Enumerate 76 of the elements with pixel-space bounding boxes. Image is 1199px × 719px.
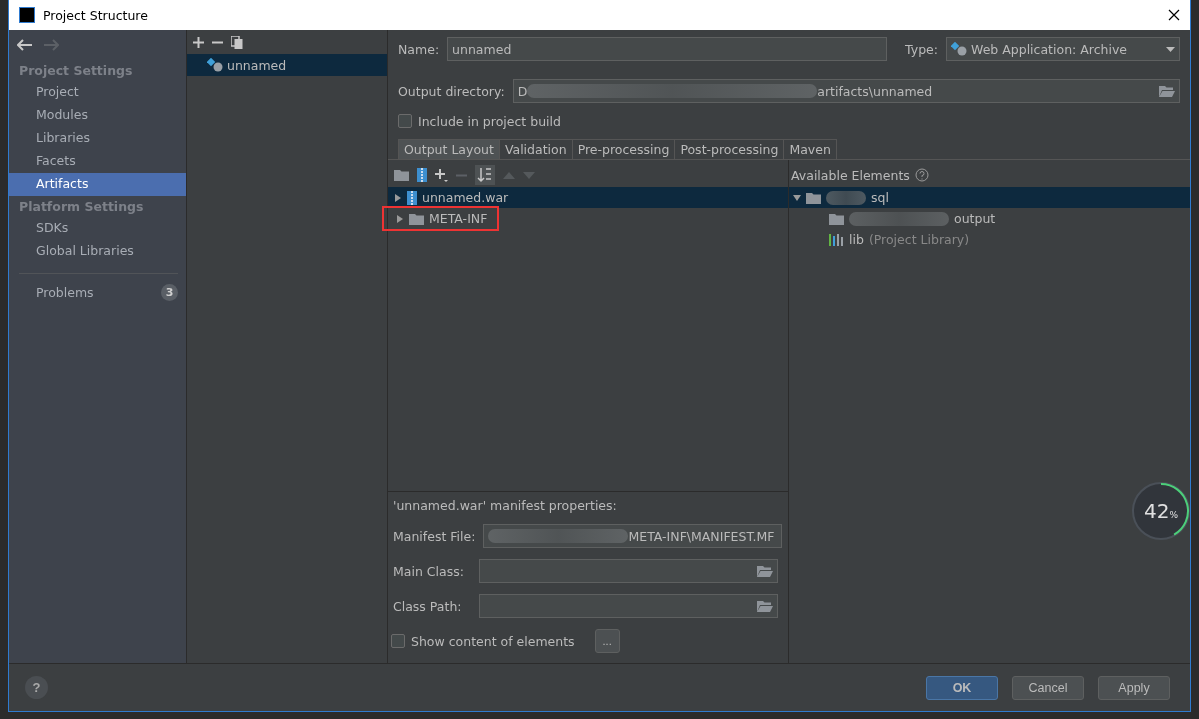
new-folder-icon (394, 169, 409, 181)
expanded-arrow-icon[interactable] (793, 193, 801, 202)
field-label: Class Path: (393, 598, 463, 614)
artifact-item[interactable]: unnamed (187, 54, 387, 76)
help-button[interactable]: ? (25, 676, 48, 699)
collapsed-arrow-icon[interactable] (396, 214, 404, 223)
count-badge: 3 (161, 284, 178, 301)
name-field[interactable]: unnamed (447, 37, 888, 61)
show-content-checkbox[interactable]: Show content of elements (391, 633, 575, 649)
folder-icon[interactable] (757, 565, 773, 577)
folder-icon (806, 191, 821, 204)
window-title: Project Structure (43, 7, 148, 23)
output-directory-field[interactable]: D artifacts\unnamed (512, 79, 1180, 103)
move-up-icon (503, 171, 515, 179)
add-icon[interactable] (435, 168, 448, 182)
help-icon[interactable] (914, 168, 929, 182)
sidebar-item[interactable]: Global Libraries (9, 240, 186, 263)
tab[interactable]: Maven (783, 139, 837, 159)
usage-value: 42 (1144, 499, 1170, 523)
dialog-button[interactable]: Cancel (1012, 675, 1084, 700)
archive-icon (407, 190, 417, 205)
sidebar-item[interactable]: Modules (9, 104, 186, 127)
tree-item-label[interactable]: META-INF (429, 211, 488, 226)
field-label: Manifest File: (393, 528, 476, 544)
tree-item-label[interactable]: output (954, 211, 996, 226)
folder-icon (409, 212, 424, 225)
usage-unit: % (1169, 510, 1178, 520)
add-icon[interactable] (193, 36, 204, 48)
tab[interactable]: Output Layout (398, 139, 500, 159)
archive-icon (417, 168, 427, 182)
sidebar-item[interactable]: Problems (36, 285, 94, 300)
web-artifact-icon (207, 58, 223, 72)
blurred-text (826, 190, 866, 205)
sidebar-item[interactable]: Facets (9, 150, 186, 173)
tree-item-note: (Project Library) (868, 232, 970, 247)
ok-button[interactable]: OK (926, 675, 998, 700)
tab[interactable]: Pre-processing (571, 139, 676, 159)
dropdown-arrow-icon (1166, 46, 1175, 52)
sort-icon[interactable] (475, 165, 495, 185)
text-field[interactable] (479, 594, 778, 618)
section-heading: Project Settings (18, 62, 134, 80)
field-label: Main Class: (393, 563, 465, 579)
folder-icon[interactable] (1159, 85, 1175, 97)
folder-icon (829, 212, 844, 225)
path-start: D (517, 83, 528, 99)
path-end: META-INF\MANIFEST.MF (628, 528, 775, 544)
tree-item-label[interactable]: unnamed.war (422, 190, 509, 205)
sidebar-item[interactable]: Artifacts (9, 173, 186, 196)
dialog-button[interactable]: Apply (1098, 675, 1170, 700)
collapsed-arrow-icon[interactable] (394, 193, 402, 202)
panel-heading: Available Elements (791, 167, 910, 183)
path-end: artifacts\unnamed (817, 83, 933, 99)
section-heading: 'unnamed.war' manifest properties: (393, 498, 617, 513)
sidebar-item[interactable]: Libraries (9, 127, 186, 150)
type-dropdown[interactable]: Web Application: Archive (946, 37, 1180, 61)
tree-item-label[interactable]: lib (849, 232, 864, 247)
move-down-icon (523, 171, 535, 179)
folder-icon[interactable] (757, 600, 773, 612)
close-icon[interactable] (1168, 9, 1180, 21)
back-arrow-icon[interactable] (17, 39, 33, 51)
web-artifact-icon (951, 42, 967, 56)
field-label: Output directory: (398, 83, 505, 99)
text-field[interactable]: META-INF\MANIFEST.MF (483, 524, 783, 548)
app-icon (19, 7, 35, 23)
include-checkbox[interactable]: Include in project build (398, 113, 561, 129)
field-label: Type: (905, 41, 938, 57)
tree-item-label[interactable]: sql (871, 190, 889, 205)
tab[interactable]: Post-processing (674, 139, 785, 159)
more-button[interactable]: ... (594, 629, 620, 653)
sidebar-item[interactable]: Project (9, 81, 186, 104)
section-heading: Platform Settings (18, 198, 145, 216)
field-label: Name: (398, 41, 440, 57)
text-field[interactable] (479, 559, 778, 583)
library-icon (829, 233, 844, 246)
sidebar-item[interactable]: SDKs (9, 217, 186, 240)
copy-icon[interactable] (231, 35, 243, 49)
